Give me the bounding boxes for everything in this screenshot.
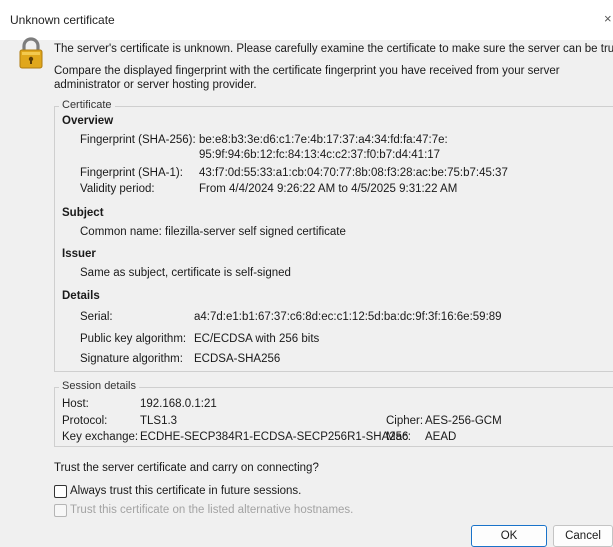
trust-question: Trust the server certificate and carry o… — [54, 462, 319, 474]
kex-value: ECDHE-SECP384R1-ECDSA-SECP256R1-SHA256 — [140, 431, 409, 443]
always-trust-checkbox[interactable] — [54, 485, 67, 498]
close-icon[interactable]: × — [604, 11, 612, 26]
sha256-label: Fingerprint (SHA-256): — [80, 134, 196, 146]
serial-label: Serial: — [80, 311, 113, 323]
overview-heading: Overview — [62, 115, 114, 127]
alt-hostnames-checkbox[interactable] — [54, 504, 67, 517]
lock-icon — [19, 37, 43, 69]
mac-value: AEAD — [425, 431, 457, 443]
intro-warning: The server's certificate is unknown. Ple… — [54, 43, 613, 55]
validity-label: Validity period: — [80, 183, 155, 195]
mac-label: Mac: — [386, 431, 411, 443]
session-legend: Session details — [59, 380, 139, 392]
sigalg-value: ECDSA-SHA256 — [194, 353, 281, 365]
serial-value: a4:7d:e1:b1:67:37:c6:8d:ec:c1:12:5d:ba:d… — [194, 311, 502, 323]
alt-hostnames-label[interactable]: Trust this certificate on the listed alt… — [70, 504, 353, 516]
subject-heading: Subject — [62, 207, 104, 219]
common-name: Common name: filezilla-server self signe… — [80, 226, 346, 238]
pubkey-value: EC/ECDSA with 256 bits — [194, 333, 320, 345]
kex-label: Key exchange: — [62, 431, 139, 443]
validity-value: From 4/4/2024 9:26:22 AM to 4/5/2025 9:3… — [199, 183, 458, 195]
title-bar: Unknown certificate × — [0, 0, 613, 40]
window-title: Unknown certificate — [10, 13, 115, 27]
cipher-label: Cipher: — [386, 415, 424, 427]
cipher-value: AES-256-GCM — [425, 415, 502, 427]
intro-compare-1: Compare the displayed fingerprint with t… — [54, 65, 560, 77]
sha1-value: 43:f7:0d:55:33:a1:cb:04:70:77:8b:08:f3:2… — [199, 167, 508, 179]
sha1-label: Fingerprint (SHA-1): — [80, 167, 183, 179]
sha256-value-2: 95:9f:94:6b:12:fc:84:13:4c:c2:37:f0:b7:d… — [199, 149, 441, 161]
issuer-heading: Issuer — [62, 248, 96, 260]
host-label: Host: — [62, 398, 89, 410]
sigalg-label: Signature algorithm: — [80, 353, 183, 365]
protocol-label: Protocol: — [62, 415, 108, 427]
pubkey-label: Public key algorithm: — [80, 333, 187, 345]
ok-button[interactable]: OK — [471, 525, 547, 547]
cancel-button[interactable]: Cancel — [553, 525, 613, 547]
issuer-text: Same as subject, certificate is self-sig… — [80, 267, 291, 279]
details-heading: Details — [62, 290, 100, 302]
sha256-value-1: be:e8:b3:3e:d6:c1:7e:4b:17:37:a4:34:fd:f… — [199, 134, 448, 146]
certificate-legend: Certificate — [59, 99, 115, 111]
protocol-value: TLS1.3 — [140, 415, 178, 427]
intro-compare-2: administrator or server hosting provider… — [54, 79, 257, 91]
always-trust-label[interactable]: Always trust this certificate in future … — [70, 485, 301, 497]
host-value: 192.168.0.1:21 — [140, 398, 217, 410]
